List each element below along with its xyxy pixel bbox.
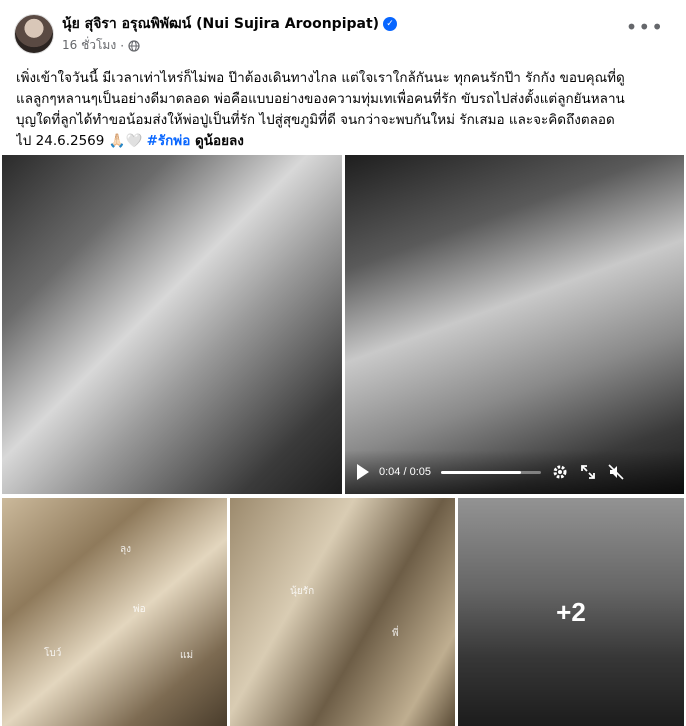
post-text-line: ไป 24.6.2569 🙏🏻🤍 #รักพ่อ ดูน้อยลง — [16, 131, 672, 152]
post-text-line: เพิ่งเข้าใจวันนี้ มีเวลาเท่าไหร่ก็ไม่พอ … — [16, 70, 625, 86]
more-photos-count: +2 — [556, 596, 586, 627]
video-progress-bar[interactable] — [441, 470, 541, 474]
author-name[interactable]: นุ้ย สุจิรา อรุณพิพัฒน์ (Nui Sujira Aroo… — [62, 13, 379, 35]
more-options-icon[interactable]: ••• — [626, 17, 664, 37]
author-row: นุ้ย สุจิรา อรุณพิพัฒน์ (Nui Sujira Aroo… — [62, 13, 398, 35]
photo-4[interactable]: นุ้ยรัก พี่ — [230, 498, 455, 726]
photo-label: ลุง — [120, 544, 132, 555]
post-meta: 16 ชั่วโมง · — [62, 36, 140, 55]
video-time: 0:04 / 0:05 — [379, 466, 431, 478]
post-text: เพิ่งเข้าใจวันนี้ มีเวลาเท่าไหร่ก็ไม่พอ … — [16, 68, 672, 152]
post-header: นุ้ย สุจิรา อรุณพิพัฒน์ (Nui Sujira Aroo… — [0, 0, 686, 66]
globe-icon[interactable] — [128, 39, 140, 52]
video-controls: 0:04 / 0:05 — [345, 450, 684, 494]
mute-icon[interactable] — [607, 463, 625, 481]
post-text-line: แลลูกๆหลานๆเป็นอย่างดีมาตลอด พ่อคือแบบอย… — [16, 91, 625, 107]
post-text-line: บุญใดที่ลูกได้ทำขอน้อมส่งให้พ่อปู่เป็นที… — [16, 112, 615, 128]
meta-separator: · — [120, 38, 125, 53]
see-less-link[interactable]: ดูน้อยลง — [190, 133, 244, 149]
video-player[interactable]: 0:04 / 0:05 — [345, 155, 684, 494]
play-icon[interactable] — [357, 464, 369, 480]
fullscreen-icon[interactable] — [579, 463, 597, 481]
photo-label: พ่อ — [133, 604, 146, 615]
video-progress-fill — [441, 470, 521, 474]
avatar[interactable] — [14, 14, 54, 54]
verified-badge-icon: ✓ — [383, 17, 398, 31]
post-time[interactable]: 16 ชั่วโมง — [62, 36, 116, 55]
photo-label: พี่ — [392, 628, 399, 639]
photo-3[interactable]: ลุง พ่อ โบว์ แม่ — [2, 498, 227, 726]
photo-label: แม่ — [180, 650, 194, 661]
hashtag-link[interactable]: #รักพ่อ — [147, 133, 191, 149]
photo-label: โบว์ — [44, 648, 62, 659]
photo-label: นุ้ยรัก — [290, 586, 315, 597]
media-grid: 0:04 / 0:05 ลุง พ่อ โบว์ แม่ นุ้ยรัก พี่… — [0, 155, 686, 726]
more-photos-overlay[interactable]: +2 — [458, 498, 684, 726]
post-text-tail: ไป 24.6.2569 🙏🏻🤍 — [16, 133, 147, 149]
gear-icon[interactable] — [551, 463, 569, 481]
photo-1[interactable] — [2, 155, 342, 494]
photo-5[interactable]: +2 — [458, 498, 684, 726]
